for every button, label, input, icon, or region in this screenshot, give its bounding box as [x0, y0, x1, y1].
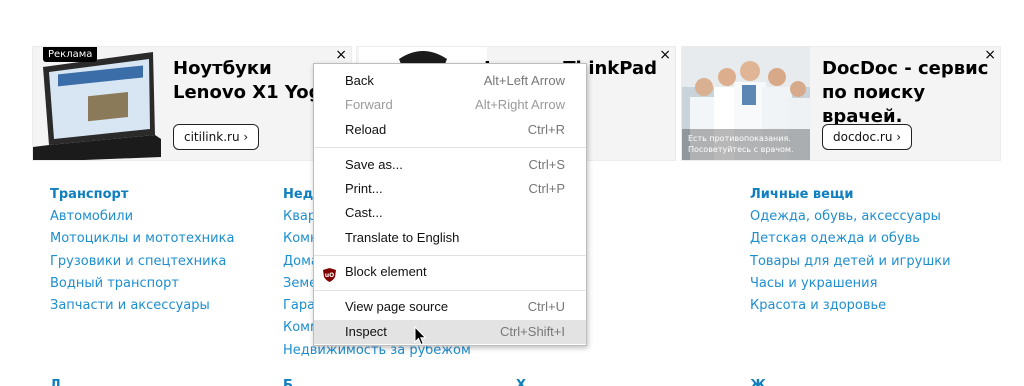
- category-link[interactable]: Красота и здоровье: [750, 297, 970, 316]
- ublock-origin-icon: uO: [323, 266, 336, 282]
- menu-item-shortcut: Ctrl+R: [527, 121, 565, 137]
- menu-item-label: Reload: [345, 121, 387, 137]
- menu-item-inspect[interactable]: Inspect Ctrl+Shift+I: [314, 319, 586, 345]
- menu-item-block-element[interactable]: uO Block element: [314, 260, 586, 284]
- menu-item-reload[interactable]: Reload Ctrl+R: [314, 118, 586, 142]
- ad-link-button[interactable]: docdoc.ru ›: [822, 124, 913, 150]
- close-icon[interactable]: ×: [335, 47, 347, 63]
- category-link[interactable]: Детская одежда и обувь: [750, 230, 970, 249]
- category-link[interactable]: Часы и украшения: [750, 275, 970, 294]
- category-transport: Транспорт Автомобили Мотоциклы и мототех…: [50, 186, 270, 319]
- menu-item-shortcut: Ctrl+Shift+I: [499, 323, 565, 339]
- category-link[interactable]: Товары для детей и игрушки: [750, 253, 970, 272]
- category-link[interactable]: Грузовики и спецтехника: [50, 253, 270, 272]
- menu-item-label: View page source: [345, 299, 449, 315]
- category-heading-cutoff[interactable]: Ж: [750, 378, 766, 386]
- menu-item-label: Print...: [345, 180, 383, 196]
- laptop-image[interactable]: [33, 47, 161, 160]
- svg-text:uO: uO: [325, 272, 334, 279]
- menu-separator: [314, 289, 586, 291]
- menu-item-shortcut: Ctrl+S: [528, 156, 565, 172]
- menu-item-label: Back: [345, 73, 374, 88]
- menu-item-back[interactable]: Back Alt+Left Arrow: [314, 69, 586, 93]
- category-heading-cutoff[interactable]: Х: [516, 378, 526, 386]
- ad-banner-lenovo-x1[interactable]: Реклама Ноутбуки Lenovo X1 Yoga citilink…: [32, 46, 352, 161]
- ad-title[interactable]: DocDoc - сервис по поиску врачей.: [822, 57, 1000, 129]
- ad-label-badge: Реклама: [43, 47, 98, 62]
- menu-item-label: Save as...: [345, 156, 403, 172]
- menu-item-label: Cast...: [345, 205, 383, 221]
- menu-item-label: Inspect: [345, 323, 387, 339]
- category-personal-items: Личные вещи Одежда, обувь, аксессуары Де…: [750, 186, 970, 319]
- context-menu: Back Alt+Left Arrow Forward Alt+Right Ar…: [313, 63, 587, 346]
- menu-item-label: Translate to English: [345, 229, 460, 245]
- menu-item-translate[interactable]: Translate to English: [314, 226, 586, 250]
- category-heading[interactable]: Транспорт: [50, 186, 270, 204]
- category-link[interactable]: Одежда, обувь, аксессуары: [750, 208, 970, 227]
- category-link[interactable]: Мотоциклы и мототехника: [50, 230, 270, 249]
- category-heading[interactable]: Личные вещи: [750, 186, 970, 204]
- menu-item-print[interactable]: Print... Ctrl+P: [314, 177, 586, 201]
- category-link[interactable]: Автомобили: [50, 208, 270, 227]
- menu-item-shortcut: Alt+Right Arrow: [475, 97, 565, 113]
- close-icon[interactable]: ×: [659, 47, 671, 63]
- category-heading-cutoff[interactable]: Б: [283, 378, 293, 386]
- ad-link-button[interactable]: citilink.ru ›: [173, 124, 260, 150]
- category-heading-cutoff[interactable]: Д: [50, 378, 62, 386]
- category-link[interactable]: Водный транспорт: [50, 275, 270, 294]
- menu-item-forward: Forward Alt+Right Arrow: [314, 93, 586, 117]
- menu-item-view-source[interactable]: View page source Ctrl+U: [314, 295, 586, 319]
- menu-item-save-as[interactable]: Save as... Ctrl+S: [314, 153, 586, 177]
- menu-separator: [314, 146, 586, 148]
- ad-banner-docdoc[interactable]: Есть противопоказания. Посоветуйтесь с в…: [681, 46, 1001, 161]
- menu-item-label: Forward: [345, 97, 393, 113]
- ad-title[interactable]: Ноутбуки Lenovo X1 Yoga: [173, 57, 334, 105]
- menu-item-shortcut: Ctrl+P: [528, 180, 565, 196]
- menu-separator: [314, 254, 586, 256]
- ad-disclaimer: Есть противопоказания. Посоветуйтесь с в…: [688, 134, 794, 154]
- category-link[interactable]: Запчасти и аксессуары: [50, 297, 270, 316]
- menu-item-shortcut: Ctrl+U: [527, 299, 565, 315]
- menu-item-shortcut: Alt+Left Arrow: [483, 73, 565, 88]
- mouse-pointer-icon: [414, 325, 428, 346]
- menu-item-cast[interactable]: Cast...: [314, 201, 586, 225]
- menu-item-label: Block element: [345, 264, 427, 280]
- close-icon[interactable]: ×: [984, 47, 996, 63]
